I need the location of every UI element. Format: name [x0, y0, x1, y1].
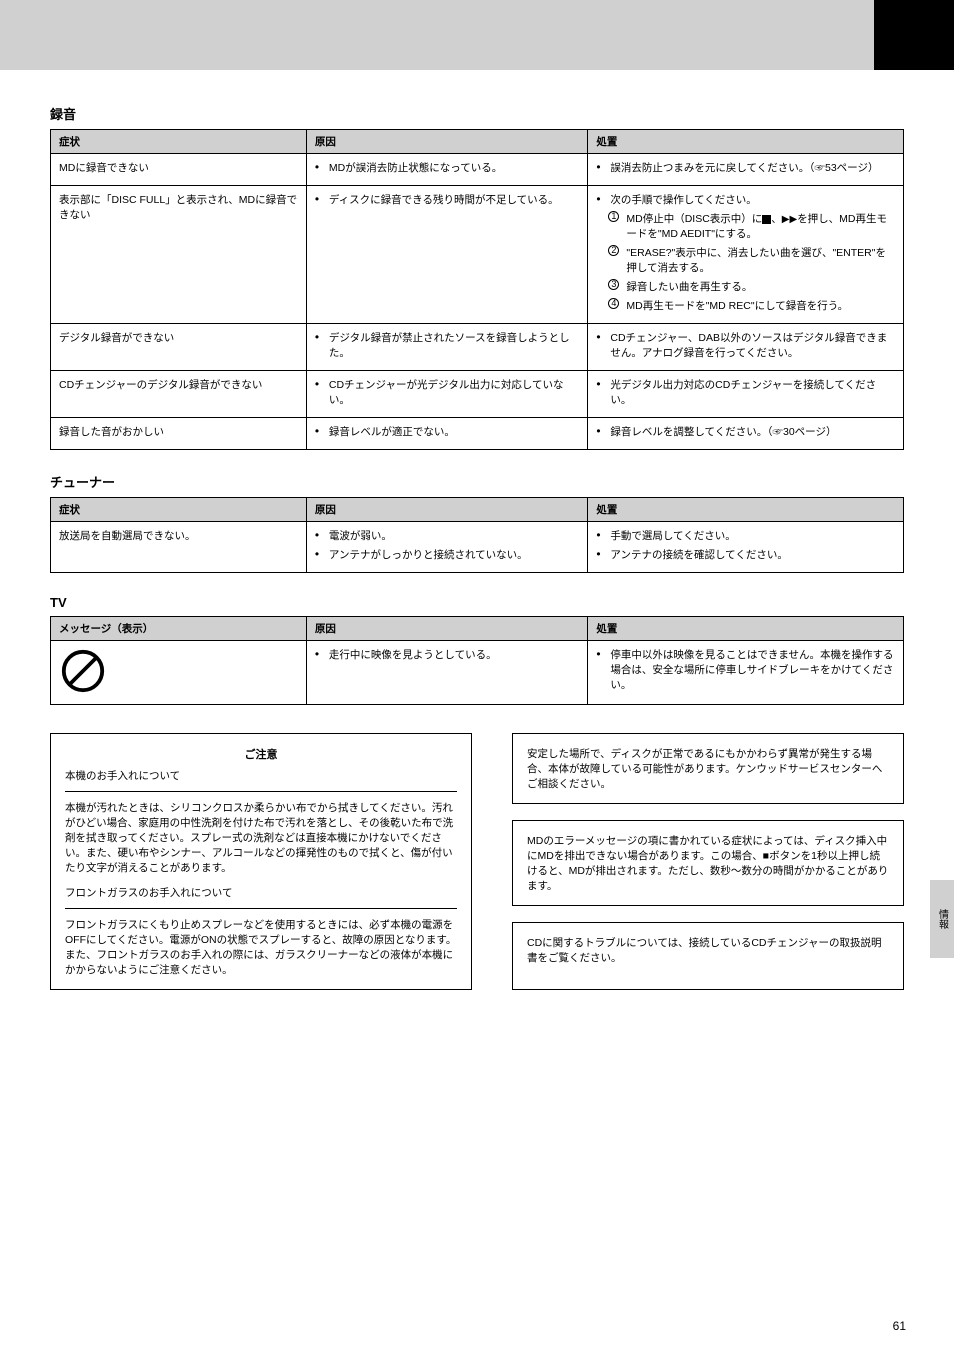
table-row: 走行中に映像を見ようとしている。 停車中以外は映像を見ることはできません。本機を…	[51, 641, 904, 705]
cell-symptom: 放送局を自動選局できない。	[51, 522, 307, 573]
step-text: 録音したい曲を再生する。	[626, 281, 752, 293]
cell-remedy: 手動で選局してください。 アンテナの接続を確認してください。	[588, 522, 904, 573]
top-banner	[0, 0, 954, 70]
table-row: MDに録音できない MDが誤消去防止状態になっている。 誤消去防止つまみを元に戻…	[51, 154, 904, 186]
note-box-right: CDに関するトラブルについては、接続しているCDチェンジャーの取扱説明書をご覧く…	[512, 922, 904, 990]
cell-remedy: 録音レベルを調整してください。（☞30ページ）	[588, 418, 904, 450]
section-title-recording: 録音	[50, 104, 904, 123]
section-title-tv: TV	[50, 595, 904, 610]
table-row: 放送局を自動選局できない。 電波が弱い。 アンテナがしっかりと接続されていない。…	[51, 522, 904, 573]
th-remedy: 処置	[588, 130, 904, 154]
note-heading: フロントガラスのお手入れについて	[65, 885, 457, 900]
fast-forward-icon: ▶▶	[782, 214, 797, 225]
th-symptom: 症状	[51, 498, 307, 522]
cell-remedy: 誤消去防止つまみを元に戻してください。（☞53ページ）	[588, 154, 904, 186]
step-text: MD停止中（DISC表示中）に、▶▶を押し、MD再生モードを"MD AEDIT"…	[626, 213, 887, 240]
cell-symptom: CDチェンジャーのデジタル録音ができない	[51, 371, 307, 418]
note-box-left: ご注意 本機のお手入れについて 本機が汚れたときは、シリコンクロスか柔らかい布で…	[50, 733, 472, 990]
table-row: CDチェンジャーのデジタル録音ができない CDチェンジャーが光デジタル出力に対応…	[51, 371, 904, 418]
th-symptom: 症状	[51, 130, 307, 154]
table-recording: 症状 原因 処置 MDに録音できない MDが誤消去防止状態になっている。 誤消去…	[50, 129, 904, 450]
cell-symptom	[51, 641, 307, 705]
cell-cause: 録音レベルが適正でない。	[306, 418, 587, 450]
cell-cause: CDチェンジャーが光デジタル出力に対応していない。	[306, 371, 587, 418]
cell-cause: ディスクに録音できる残り時間が不足している。	[306, 186, 587, 324]
note-text: フロントガラスにくもり止めスプレーなどを使用するときには、必ず本機の電源をOFF…	[65, 917, 457, 977]
divider	[65, 791, 457, 792]
prohibited-icon	[59, 647, 107, 695]
page-number: 61	[893, 1319, 906, 1333]
note-heading: 本機のお手入れについて	[65, 768, 457, 783]
table-row: デジタル録音ができない デジタル録音が禁止されたソースを録音しようとした。 CD…	[51, 324, 904, 371]
cell-remedy: CDチェンジャー、DAB以外のソースはデジタル録音できません。アナログ録音を行っ…	[588, 324, 904, 371]
table-tuner: 症状 原因 処置 放送局を自動選局できない。 電波が弱い。 アンテナがしっかりと…	[50, 497, 904, 573]
step-text: MD再生モードを"MD REC"にして録音を行う。	[626, 300, 848, 312]
corner-tab	[874, 0, 954, 70]
side-tab: 情報	[930, 880, 954, 958]
cell-cause: 電波が弱い。 アンテナがしっかりと接続されていない。	[306, 522, 587, 573]
cell-remedy: 停車中以外は映像を見ることはできません。本機を操作する場合は、安全な場所に停車し…	[588, 641, 904, 705]
cell-symptom: 表示部に「DISC FULL」と表示され、MDに録音できない	[51, 186, 307, 324]
th-message: メッセージ（表示）	[51, 617, 307, 641]
section-title-tuner: チューナー	[50, 472, 904, 491]
th-cause: 原因	[306, 130, 587, 154]
cell-cause: 走行中に映像を見ようとしている。	[306, 641, 587, 705]
cell-symptom: MDに録音できない	[51, 154, 307, 186]
cell-cause: MDが誤消去防止状態になっている。	[306, 154, 587, 186]
divider	[65, 908, 457, 909]
table-row: 録音した音がおかしい 録音レベルが適正でない。 録音レベルを調整してください。（…	[51, 418, 904, 450]
stop-icon	[762, 215, 771, 224]
cell-symptom: 録音した音がおかしい	[51, 418, 307, 450]
note-box-right: MDのエラーメッセージの項に書かれている症状によっては、ディスク挿入中にMDを排…	[512, 820, 904, 906]
th-remedy: 処置	[588, 617, 904, 641]
th-cause: 原因	[306, 617, 587, 641]
cell-remedy: 光デジタル出力対応のCDチェンジャーを接続してください。	[588, 371, 904, 418]
cell-symptom: デジタル録音ができない	[51, 324, 307, 371]
note-text: 本機が汚れたときは、シリコンクロスか柔らかい布でから拭きしてください。汚れがひど…	[65, 800, 457, 875]
th-cause: 原因	[306, 498, 587, 522]
note-title: ご注意	[65, 746, 457, 762]
note-box-right: 安定した場所で、ディスクが正常であるにもかかわらず異常が発生する場合、本体が故障…	[512, 733, 904, 804]
cell-cause: デジタル録音が禁止されたソースを録音しようとした。	[306, 324, 587, 371]
table-tv: メッセージ（表示） 原因 処置 走行中に映像を見ようとしている。 停車中以外は映…	[50, 616, 904, 705]
table-row: 表示部に「DISC FULL」と表示され、MDに録音できない ディスクに録音でき…	[51, 186, 904, 324]
th-remedy: 処置	[588, 498, 904, 522]
cell-remedy: 次の手順で操作してください。 1MD停止中（DISC表示中）に、▶▶を押し、MD…	[588, 186, 904, 324]
step-text: "ERASE?"表示中に、消去したい曲を選び、"ENTER"を押して消去する。	[626, 247, 886, 274]
